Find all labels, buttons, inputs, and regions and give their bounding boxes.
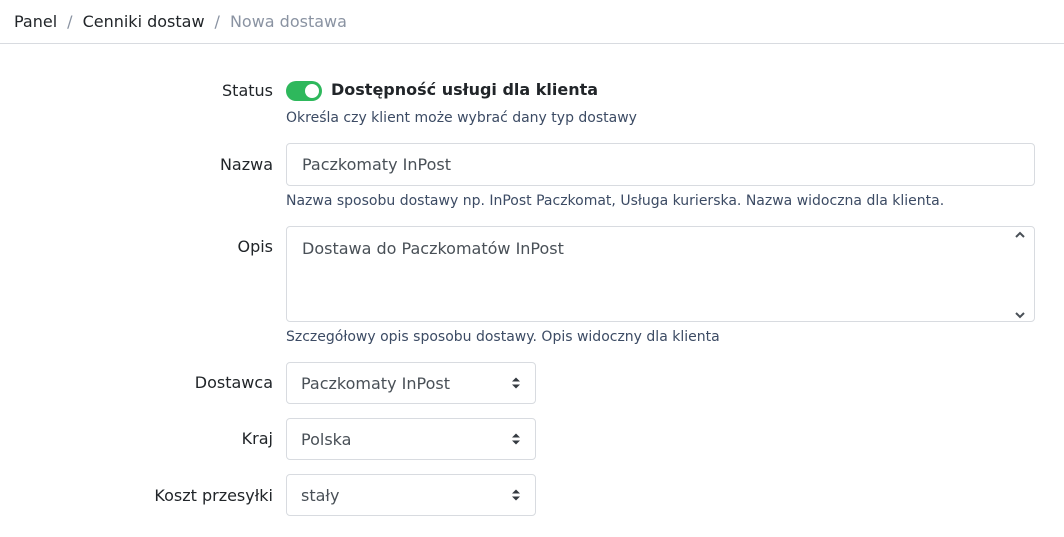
nazwa-input-value: Paczkomaty InPost <box>302 155 451 174</box>
toggle-knob <box>305 84 319 98</box>
breadcrumb-separator: / <box>67 12 73 31</box>
sort-arrows-icon <box>512 377 520 389</box>
nazwa-help-text: Nazwa sposobu dostawy np. InPost Paczkom… <box>286 193 945 209</box>
koszt-select-value: stały <box>301 485 340 505</box>
opis-textarea[interactable]: Dostawa do Paczkomatów InPost <box>286 226 1035 322</box>
scroll-down-icon[interactable] <box>1014 310 1026 320</box>
status-toggle-label[interactable]: Dostępność usługi dla klienta <box>331 80 598 99</box>
kraj-label: Kraj <box>241 429 273 448</box>
opis-label: Opis <box>237 237 273 256</box>
scroll-up-icon[interactable] <box>1014 230 1026 240</box>
breadcrumb: Panel / Cenniki dostaw / Nowa dostawa <box>0 0 1064 44</box>
breadcrumb-cenniki-link[interactable]: Cenniki dostaw <box>83 12 205 31</box>
dostawca-select-value: Paczkomaty InPost <box>301 373 450 393</box>
opis-help-text: Szczegółowy opis sposobu dostawy. Opis w… <box>286 329 720 345</box>
breadcrumb-panel-link[interactable]: Panel <box>14 12 57 31</box>
dostawca-label: Dostawca <box>194 373 273 392</box>
status-label: Status <box>222 81 273 100</box>
dostawca-select[interactable]: Paczkomaty InPost <box>286 362 536 404</box>
opis-textarea-value: Dostawa do Paczkomatów InPost <box>302 239 564 258</box>
breadcrumb-separator: / <box>214 12 220 31</box>
sort-arrows-icon <box>512 489 520 501</box>
kraj-select[interactable]: Polska <box>286 418 536 460</box>
koszt-label: Koszt przesyłki <box>154 486 273 505</box>
status-help-text: Określa czy klient może wybrać dany typ … <box>286 110 637 126</box>
breadcrumb-current: Nowa dostawa <box>229 12 347 31</box>
status-toggle[interactable] <box>286 81 322 101</box>
nazwa-label: Nazwa <box>219 155 273 174</box>
koszt-select[interactable]: stały <box>286 474 536 516</box>
kraj-select-value: Polska <box>301 429 352 449</box>
nazwa-input[interactable]: Paczkomaty InPost <box>286 143 1035 186</box>
sort-arrows-icon <box>512 433 520 445</box>
